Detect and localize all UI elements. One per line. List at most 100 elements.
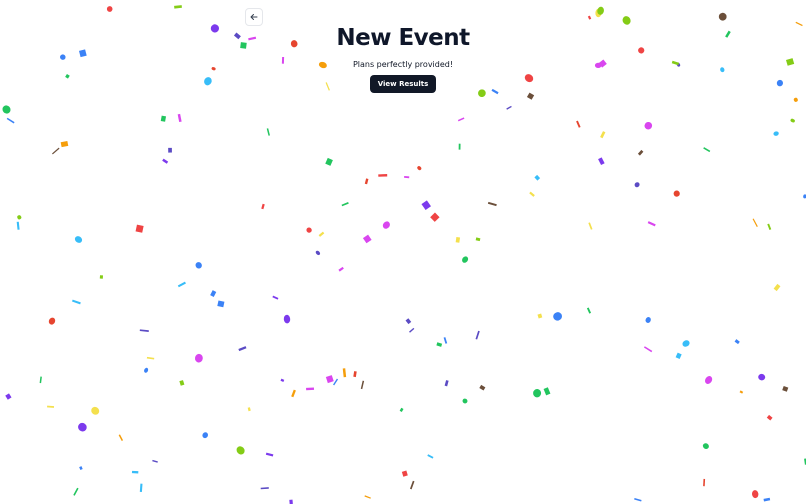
confetti-piece xyxy=(475,237,481,242)
confetti-piece xyxy=(48,317,56,325)
confetti-piece xyxy=(283,314,291,324)
confetti-piece xyxy=(543,387,551,396)
confetti-piece xyxy=(404,175,410,179)
confetti-piece xyxy=(382,221,390,229)
confetti-piece xyxy=(458,143,461,150)
confetti-piece xyxy=(16,221,20,230)
confetti-piece xyxy=(162,158,169,164)
confetti-piece xyxy=(272,295,279,300)
confetti-piece xyxy=(427,454,434,459)
confetti-piece xyxy=(353,371,357,378)
confetti-piece xyxy=(537,313,543,319)
confetti-piece xyxy=(306,387,315,391)
confetti-piece xyxy=(6,117,15,124)
confetti-piece xyxy=(118,434,124,441)
confetti-piece xyxy=(673,190,680,197)
arrow-left-icon xyxy=(250,14,258,20)
confetti-piece xyxy=(265,452,274,457)
confetti-piece xyxy=(409,480,415,490)
confetti-piece xyxy=(598,157,605,166)
confetti-piece xyxy=(457,117,465,122)
confetti-piece xyxy=(734,339,740,345)
confetti-piece xyxy=(576,120,581,128)
confetti-piece xyxy=(341,202,349,207)
confetti-piece xyxy=(2,105,11,114)
confetti-piece xyxy=(643,346,653,353)
confetti-piece xyxy=(634,497,642,502)
confetti-piece xyxy=(5,393,12,400)
confetti-piece xyxy=(131,470,139,474)
confetti-piece xyxy=(318,231,325,237)
confetti-piece xyxy=(782,385,789,392)
confetti-piece xyxy=(739,390,744,394)
confetti-piece xyxy=(682,340,690,347)
confetti-piece xyxy=(325,375,334,384)
confetti-piece xyxy=(168,147,172,153)
confetti-piece xyxy=(238,346,247,352)
confetti-piece xyxy=(78,422,87,432)
view-results-button[interactable]: View Results xyxy=(369,75,437,93)
confetti-piece xyxy=(533,389,542,398)
confetti-piece xyxy=(588,222,593,230)
confetti-piece xyxy=(793,97,798,102)
confetti-piece xyxy=(595,8,602,18)
confetti-piece xyxy=(289,499,293,504)
confetti-piece xyxy=(417,166,422,171)
confetti-piece xyxy=(703,147,711,153)
confetti-piece xyxy=(364,178,369,185)
confetti-piece xyxy=(17,215,22,220)
confetti-piece xyxy=(487,201,497,207)
confetti-piece xyxy=(236,446,245,455)
confetti-piece xyxy=(106,6,113,12)
confetti-piece xyxy=(160,115,167,122)
confetti-piece xyxy=(634,182,640,188)
confetti-piece xyxy=(401,470,408,477)
confetti-piece xyxy=(773,131,779,136)
confetti-piece xyxy=(421,200,431,210)
confetti-piece xyxy=(553,312,562,321)
confetti-piece xyxy=(135,224,144,233)
confetti-piece xyxy=(399,407,404,412)
confetti-piece xyxy=(91,406,100,415)
confetti-piece xyxy=(247,407,251,412)
confetti-piece xyxy=(280,378,285,382)
confetti-piece xyxy=(177,113,182,123)
confetti-piece xyxy=(179,380,185,386)
confetti-piece xyxy=(430,212,440,222)
confetti-piece xyxy=(718,12,727,21)
header: New Event Plans perfectly provided! View… xyxy=(0,22,806,93)
confetti-piece xyxy=(752,218,758,227)
confetti-piece xyxy=(637,149,644,156)
confetti-piece xyxy=(767,223,772,230)
confetti-piece xyxy=(534,174,541,181)
confetti-piece xyxy=(139,483,143,492)
confetti-piece xyxy=(790,118,795,123)
confetti-piece xyxy=(74,236,83,243)
confetti-piece xyxy=(266,128,270,136)
confetti-piece xyxy=(195,262,202,269)
confetti-piece xyxy=(587,15,592,20)
page-subtitle: Plans perfectly provided! xyxy=(352,60,454,69)
confetti-piece xyxy=(362,234,372,244)
confetti-piece xyxy=(174,5,182,9)
confetti-piece xyxy=(766,414,773,421)
confetti-piece xyxy=(462,398,468,404)
confetti-piece xyxy=(315,250,321,256)
confetti-piece xyxy=(342,368,347,378)
confetti-piece xyxy=(39,376,42,384)
confetti-piece xyxy=(194,353,203,363)
confetti-piece xyxy=(177,281,186,288)
confetti-piece xyxy=(758,373,766,381)
confetti-piece xyxy=(644,121,653,130)
confetti-piece xyxy=(152,459,158,463)
confetti-piece xyxy=(333,378,339,386)
confetti-piece xyxy=(409,327,415,333)
confetti-piece xyxy=(52,147,60,155)
confetti-piece xyxy=(144,367,149,373)
page-title: New Event xyxy=(336,25,470,51)
confetti-piece xyxy=(645,317,651,323)
confetti-piece xyxy=(60,140,69,148)
confetti-piece xyxy=(73,487,79,496)
confetti-piece xyxy=(462,256,469,263)
confetti-piece xyxy=(261,203,265,210)
